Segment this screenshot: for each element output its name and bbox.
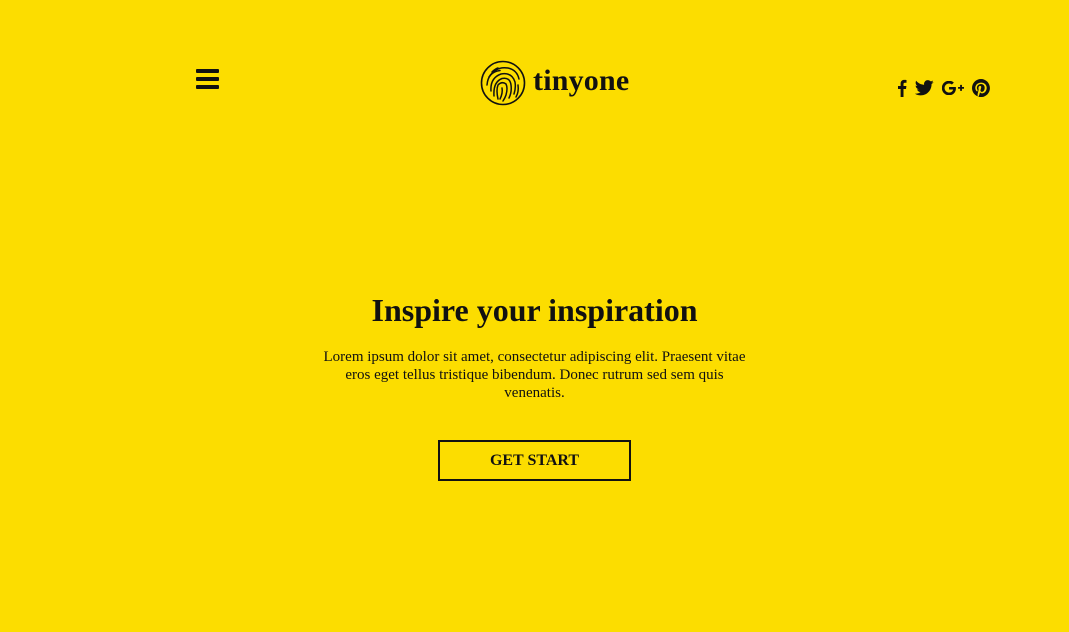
twitter-icon bbox=[915, 80, 934, 96]
pinterest-icon bbox=[972, 79, 990, 97]
facebook-link[interactable] bbox=[896, 78, 907, 98]
brand-logo-link[interactable]: tinyone bbox=[480, 60, 629, 106]
hero-section: Inspire your inspiration Lorem ipsum dol… bbox=[0, 290, 1069, 481]
get-start-button[interactable]: GET START bbox=[438, 440, 631, 481]
pinterest-link[interactable] bbox=[972, 78, 990, 98]
menu-button[interactable] bbox=[196, 69, 219, 89]
hamburger-icon bbox=[196, 69, 219, 73]
social-links bbox=[896, 78, 990, 98]
facebook-icon bbox=[897, 79, 906, 97]
google-plus-icon bbox=[942, 81, 964, 95]
fingerprint-icon bbox=[480, 60, 526, 106]
google-plus-link[interactable] bbox=[942, 78, 964, 98]
hero-title: Inspire your inspiration bbox=[371, 292, 698, 328]
hero-description: Lorem ipsum dolor sit amet, consectetur … bbox=[323, 349, 746, 401]
brand-name: tinyone bbox=[533, 64, 630, 97]
twitter-link[interactable] bbox=[915, 78, 934, 98]
